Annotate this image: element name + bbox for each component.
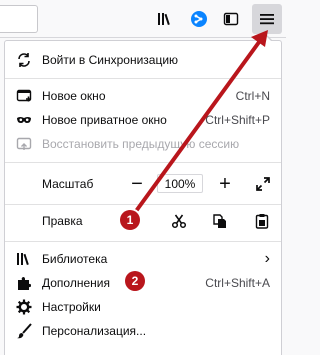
menu-item-sync[interactable]: Войти в Синхронизацию <box>5 48 281 72</box>
menu-pointer-inner <box>258 35 272 42</box>
private-mask-icon <box>16 112 32 128</box>
divider <box>5 204 281 205</box>
cut-button[interactable] <box>167 209 191 233</box>
library-button[interactable] <box>153 7 177 31</box>
paste-clipboard-icon <box>255 214 269 229</box>
divider <box>5 241 281 242</box>
sync-arrows-icon <box>16 52 32 68</box>
edit-label: Правка <box>42 214 83 228</box>
sync-button[interactable] <box>187 7 211 31</box>
copy-button[interactable] <box>208 209 232 233</box>
menu-item-restore-session: Восстановить предыдущую сессию <box>5 132 281 156</box>
url-bar[interactable] <box>0 5 38 33</box>
browser-toolbar <box>0 0 286 38</box>
puzzle-piece-icon <box>16 275 32 291</box>
zoom-label: Масштаб <box>42 177 94 191</box>
hamburger-menu-icon <box>260 14 274 25</box>
sync-icon <box>191 11 207 27</box>
menu-row-zoom: Масштаб − 100% + <box>5 172 281 196</box>
restore-session-icon <box>16 136 32 152</box>
copy-icon <box>213 214 226 228</box>
gear-icon <box>16 299 32 315</box>
paste-button[interactable] <box>250 209 274 233</box>
new-window-icon <box>16 88 32 104</box>
chevron-right-icon: › <box>264 250 270 267</box>
fullscreen-button[interactable] <box>251 172 275 196</box>
menu-item-customize[interactable]: Персонализация... <box>5 319 281 343</box>
shortcut-label: Ctrl+Shift+P <box>205 113 270 127</box>
shortcut-label: Ctrl+Shift+A <box>205 276 270 290</box>
fullscreen-icon <box>256 177 270 191</box>
menu-row-edit: Правка <box>5 209 281 233</box>
menu-item-library[interactable]: Библиотека › <box>5 247 281 271</box>
sidebar-icon <box>223 12 239 26</box>
menu-item-label: Персонализация... <box>42 324 147 338</box>
menu-item-label: Дополнения <box>42 276 110 290</box>
paintbrush-icon <box>16 323 32 339</box>
zoom-reset-button[interactable]: 100% <box>157 174 203 193</box>
menu-item-label: Новое окно <box>42 89 106 103</box>
menu-item-settings[interactable]: Настройки <box>5 295 281 319</box>
menu-item-label: Библиотека <box>42 252 108 266</box>
menu-item-label: Восстановить предыдущую сессию <box>42 137 240 151</box>
library-icon <box>16 251 32 267</box>
sidebar-toggle-button[interactable] <box>219 7 243 31</box>
menu-item-label: Настройки <box>42 300 101 314</box>
menu-item-new-window[interactable]: Новое окно Ctrl+N <box>5 84 281 108</box>
annotation-badge-1: 1 <box>120 210 140 230</box>
scissors-icon <box>171 214 187 229</box>
annotation-badge-2: 2 <box>125 271 145 291</box>
app-menu-panel: Войти в Синхронизацию Новое окно Ctrl+N … <box>4 40 282 355</box>
menu-item-new-private-window[interactable]: Новое приватное окно Ctrl+Shift+P <box>5 108 281 132</box>
divider <box>5 78 281 79</box>
divider <box>5 162 281 163</box>
menu-item-label: Новое приватное окно <box>42 113 167 127</box>
menu-item-label: Войти в Синхронизацию <box>42 53 179 67</box>
library-icon <box>158 13 170 26</box>
zoom-in-button[interactable]: + <box>213 172 237 196</box>
zoom-out-button[interactable]: − <box>125 172 149 196</box>
shortcut-label: Ctrl+N <box>235 89 270 103</box>
open-menu-button[interactable] <box>252 4 282 34</box>
